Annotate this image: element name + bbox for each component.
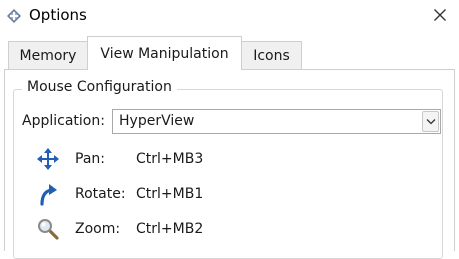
close-icon bbox=[433, 7, 447, 26]
tab-memory[interactable]: Memory bbox=[8, 41, 88, 69]
rotate-label: Rotate: bbox=[75, 186, 126, 202]
tab-icons[interactable]: Icons bbox=[241, 41, 302, 69]
magnifier-icon bbox=[36, 217, 60, 241]
zoom-label: Zoom: bbox=[75, 221, 121, 237]
pan-shortcut: Ctrl+MB3 bbox=[136, 151, 204, 167]
tab-view-manipulation[interactable]: View Manipulation bbox=[87, 36, 242, 70]
group-title: Mouse Configuration bbox=[22, 79, 177, 95]
pan-label: Pan: bbox=[75, 151, 105, 167]
pan-arrows-icon bbox=[36, 147, 60, 171]
zoom-shortcut: Ctrl+MB2 bbox=[136, 221, 204, 237]
application-select[interactable]: HyperView bbox=[112, 109, 441, 134]
application-select-value: HyperView bbox=[119, 113, 195, 129]
application-label: Application: bbox=[22, 113, 105, 129]
close-button[interactable] bbox=[426, 4, 454, 28]
tab-strip: Memory View Manipulation Icons bbox=[0, 36, 459, 70]
rotate-arrow-icon bbox=[36, 182, 60, 206]
options-diamond-icon bbox=[6, 8, 22, 24]
title-bar: Options bbox=[0, 0, 459, 32]
window-title: Options bbox=[29, 6, 87, 24]
chevron-down-icon[interactable] bbox=[422, 111, 439, 132]
rotate-shortcut: Ctrl+MB1 bbox=[136, 186, 204, 202]
